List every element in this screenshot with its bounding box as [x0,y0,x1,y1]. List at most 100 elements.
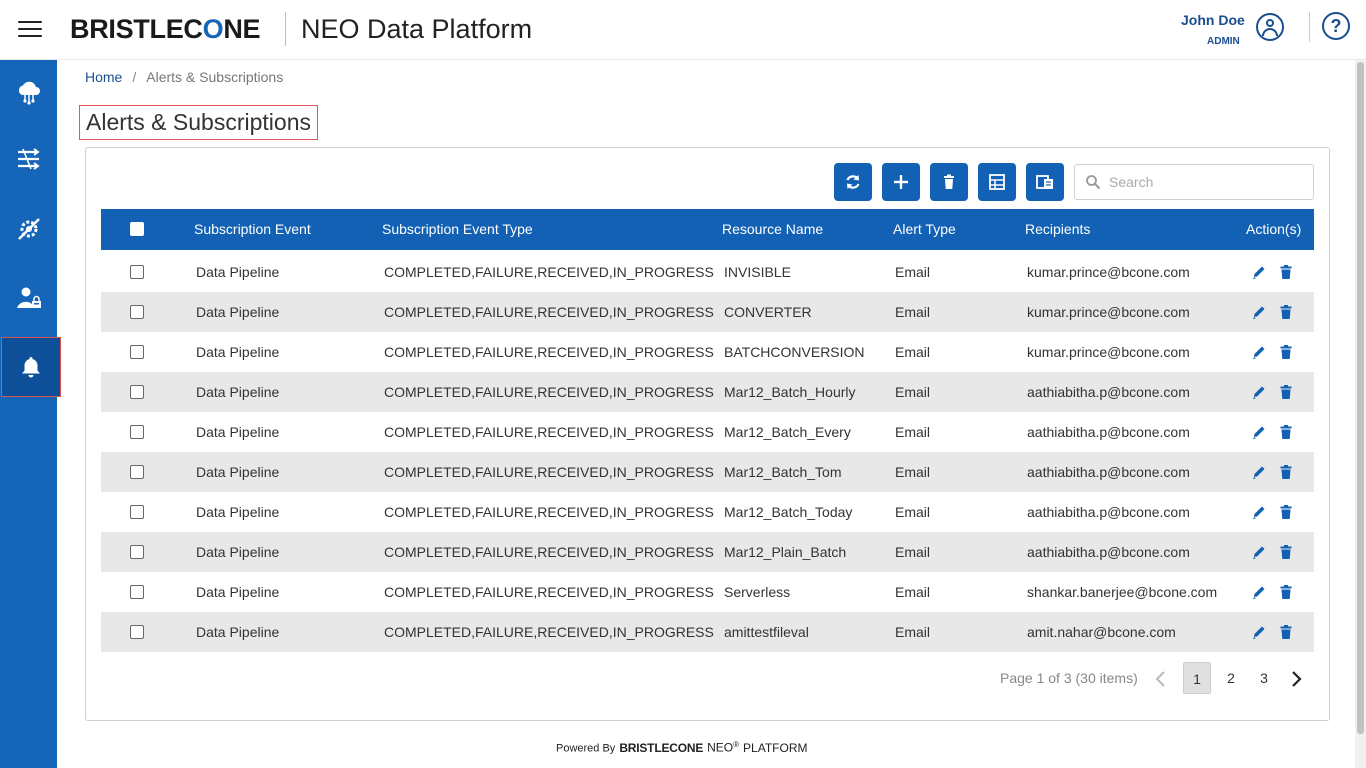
sidebar-item-alerts[interactable] [1,337,61,397]
delete-row-icon[interactable] [1279,384,1293,400]
edit-icon[interactable] [1252,584,1266,600]
sidebar-item-data-flow[interactable] [0,129,57,189]
table-row[interactable]: Data Pipeline COMPLETED,FAILURE,RECEIVED,… [101,492,1314,532]
delete-row-icon[interactable] [1279,344,1293,360]
delete-row-icon[interactable] [1279,464,1293,480]
cell-alert-type: Email [895,264,931,280]
row-checkbox[interactable] [130,465,144,479]
table-row[interactable]: Data Pipeline COMPLETED,FAILURE,RECEIVED,… [101,572,1314,612]
delete-row-icon[interactable] [1279,264,1293,280]
edit-icon[interactable] [1252,264,1266,280]
scrollbar-thumb[interactable] [1357,62,1364,734]
edit-icon[interactable] [1252,464,1266,480]
cell-recipients: aathiabitha.p@bcone.com [1027,544,1190,560]
cell-recipients: shankar.banerjee@bcone.com [1027,584,1218,600]
export-copy-button[interactable] [1026,163,1064,201]
prev-page-icon[interactable] [1151,668,1171,690]
export-copy-icon [1036,175,1053,189]
delete-row-icon[interactable] [1279,304,1293,320]
cell-subscription-event-type: COMPLETED,FAILURE,RECEIVED,IN_PROGRESS [384,464,714,480]
edit-icon[interactable] [1252,304,1266,320]
column-resource-name[interactable]: Resource Name [722,221,823,237]
table-row[interactable]: Data Pipeline COMPLETED,FAILURE,RECEIVED,… [101,532,1314,572]
cell-subscription-event: Data Pipeline [196,624,280,640]
help-icon[interactable]: ? [1322,12,1350,40]
table-row[interactable]: Data Pipeline COMPLETED,FAILURE,RECEIVED,… [101,372,1314,412]
edit-icon[interactable] [1252,544,1266,560]
table-row[interactable]: Data Pipeline COMPLETED,FAILURE,RECEIVED,… [101,332,1314,372]
breadcrumb-current: Alerts & Subscriptions [146,69,284,85]
table-row[interactable]: Data Pipeline COMPLETED,FAILURE,RECEIVED,… [101,612,1314,652]
add-icon [894,175,908,189]
cell-resource-name: Mar12_Batch_Today [724,504,853,520]
row-checkbox[interactable] [130,505,144,519]
page-1-button[interactable]: 1 [1183,662,1211,694]
delete-row-icon[interactable] [1279,424,1293,440]
cloud-network-icon [18,81,40,105]
data-flow-icon [17,148,40,170]
footer-brand: BRISTLECONE [619,740,704,755]
edit-icon[interactable] [1252,424,1266,440]
app-title: NEO Data Platform [301,14,533,44]
edit-icon[interactable] [1252,384,1266,400]
next-page-icon[interactable] [1287,668,1307,690]
add-subscription-button[interactable] [882,163,920,201]
cell-recipients: aathiabitha.p@bcone.com [1027,424,1190,440]
row-checkbox[interactable] [130,585,144,599]
column-recipients[interactable]: Recipients [1025,221,1090,237]
delete-row-icon[interactable] [1279,624,1293,640]
row-checkbox[interactable] [130,305,144,319]
table-row[interactable]: Data Pipeline COMPLETED,FAILURE,RECEIVED,… [101,252,1314,292]
column-subscription-event-type[interactable]: Subscription Event Type [382,221,533,237]
pagination-info: Page 1 of 3 (30 items) [1000,670,1138,686]
delete-icon [944,174,954,189]
cell-resource-name: Mar12_Batch_Every [724,424,851,440]
row-checkbox[interactable] [130,345,144,359]
delete-selected-button[interactable] [930,163,968,201]
edit-icon[interactable] [1252,504,1266,520]
user-name[interactable]: John Doe [1181,12,1245,28]
refresh-icon [846,175,860,189]
breadcrumb-home[interactable]: Home [85,69,122,85]
refresh-button[interactable] [834,163,872,201]
edit-icon[interactable] [1252,624,1266,640]
user-profile-icon[interactable] [1256,13,1284,41]
row-checkbox[interactable] [130,385,144,399]
row-checkbox[interactable] [130,545,144,559]
cell-alert-type: Email [895,384,931,400]
delete-row-icon[interactable] [1279,504,1293,520]
table-row[interactable]: Data Pipeline COMPLETED,FAILURE,RECEIVED,… [101,412,1314,452]
column-alert-type[interactable]: Alert Type [893,221,956,237]
cell-subscription-event: Data Pipeline [196,384,280,400]
hamburger-menu-icon[interactable] [18,21,42,39]
cell-recipients: kumar.prince@bcone.com [1027,304,1190,320]
bristlecone-logo: BRISTLECONE [70,14,261,44]
row-checkbox[interactable] [130,425,144,439]
page-2-button[interactable]: 2 [1217,662,1245,694]
page-title: Alerts & Subscriptions [79,105,318,140]
search-input[interactable] [1109,171,1304,193]
cell-subscription-event: Data Pipeline [196,464,280,480]
cell-recipients: kumar.prince@bcone.com [1027,264,1190,280]
edit-icon[interactable] [1252,344,1266,360]
select-all-checkbox[interactable] [130,222,144,236]
row-checkbox[interactable] [130,625,144,639]
cell-alert-type: Email [895,504,931,520]
page-3-button[interactable]: 3 [1250,662,1278,694]
page-scrollbar[interactable] [1355,60,1366,768]
delete-row-icon[interactable] [1279,584,1293,600]
export-excel-icon [989,174,1005,190]
sidebar-item-cloud[interactable] [0,62,57,122]
cell-alert-type: Email [895,464,931,480]
delete-row-icon[interactable] [1279,544,1293,560]
cell-subscription-event: Data Pipeline [196,504,280,520]
column-subscription-event[interactable]: Subscription Event [194,221,311,237]
sidebar-item-user-access[interactable] [0,268,57,328]
sidebar-item-settings[interactable] [0,199,57,259]
table-row[interactable]: Data Pipeline COMPLETED,FAILURE,RECEIVED,… [101,452,1314,492]
footer-registered: ® [733,740,740,749]
export-excel-button[interactable] [978,163,1016,201]
row-checkbox[interactable] [130,265,144,279]
search-icon [1086,175,1101,190]
table-row[interactable]: Data Pipeline COMPLETED,FAILURE,RECEIVED,… [101,292,1314,332]
